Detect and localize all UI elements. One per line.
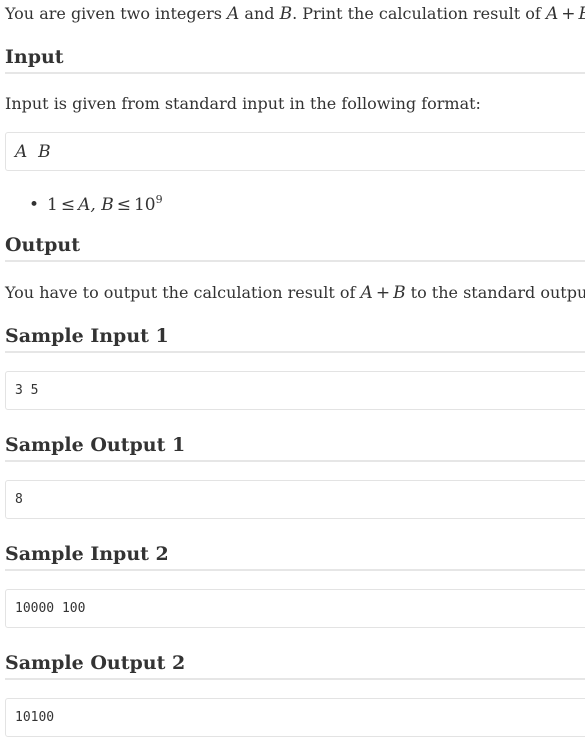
output-description: You have to output the calculation resul…: [5, 281, 585, 305]
sample-output-1-heading: Sample Output 1: [5, 432, 585, 462]
output-math-b: B: [393, 283, 406, 303]
math-var-b: B: [279, 4, 293, 24]
sample-output-2-value: 10100: [15, 710, 55, 725]
input-format-box: A B: [5, 132, 585, 171]
constraint-le-2: ≤: [116, 195, 131, 215]
sample-input-2-heading: Sample Input 2: [5, 541, 585, 571]
desc-text-mid: . Print the calculation result of: [292, 4, 541, 23]
output-heading: Output: [5, 232, 585, 262]
constraint-one: 1: [47, 195, 58, 215]
output-desc-suffix: to the standard output.: [410, 283, 585, 302]
sample-input-2-box[interactable]: 10000 100: [5, 589, 585, 628]
sample-input-1-value: 3 5: [15, 383, 39, 398]
constraint-le-1: ≤: [60, 195, 76, 215]
math-expr-b: B: [578, 4, 585, 24]
math-expr-a: A: [545, 4, 559, 24]
sample-input-1-box[interactable]: 3 5: [5, 371, 585, 410]
output-math-a: A: [360, 283, 373, 303]
math-plus: +: [561, 4, 576, 24]
desc-text-and: and: [244, 4, 275, 23]
output-desc-prefix: You have to output the calculation resul…: [5, 283, 356, 302]
sample-output-2-heading: Sample Output 2: [5, 650, 585, 680]
input-format-text: A B: [15, 141, 51, 162]
bullet-dot: •: [29, 195, 40, 215]
math-var-a: A: [227, 4, 240, 24]
constraint-ten: 10: [133, 195, 156, 215]
sample-output-2-box[interactable]: 10100: [5, 698, 585, 737]
desc-text-prefix: You are given two integers: [5, 4, 222, 23]
sample-output-1-value: 8: [15, 492, 23, 507]
input-heading: Input: [5, 44, 585, 74]
constraint-list-item: • 1 ≤ A, B ≤109: [29, 188, 163, 217]
constraint-exponent: 9: [155, 193, 163, 206]
sample-input-1-heading: Sample Input 1: [5, 323, 585, 353]
sample-output-1-box[interactable]: 8: [5, 480, 585, 519]
constraint-vars: A, B: [78, 195, 114, 215]
problem-description: You are given two integers A and B. Prin…: [5, 2, 585, 26]
input-description: Input is given from standard input in th…: [5, 94, 481, 113]
output-math-plus: +: [375, 283, 391, 303]
sample-input-2-value: 10000 100: [15, 601, 86, 616]
